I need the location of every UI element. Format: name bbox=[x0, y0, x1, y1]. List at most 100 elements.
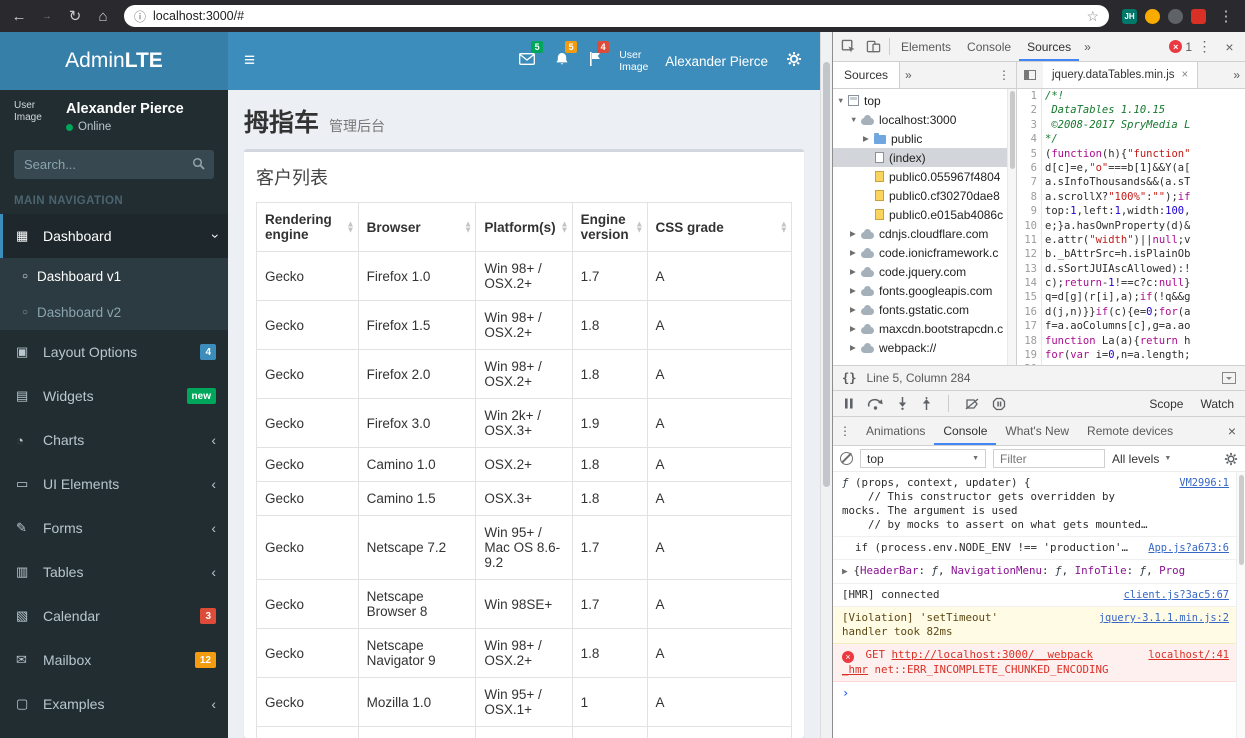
refresh-icon[interactable]: ↻ bbox=[62, 7, 88, 25]
table-row[interactable]: Gecko Firefox 1.5 Win 98+ / OSX.2+ 1.8 A bbox=[256, 300, 793, 350]
line-number[interactable]: 4 bbox=[1017, 132, 1042, 147]
line-number[interactable]: 7 bbox=[1017, 175, 1042, 190]
pause-on-exceptions-icon[interactable] bbox=[992, 397, 1006, 411]
navigator-menu-icon[interactable]: ⋮ bbox=[992, 68, 1016, 82]
file-tree-item[interactable]: ▶ fonts.gstatic.com bbox=[833, 300, 1016, 319]
pause-script-icon[interactable] bbox=[844, 398, 854, 409]
devtools-menu-icon[interactable]: ⋮ bbox=[1192, 38, 1217, 55]
line-number[interactable]: 6 bbox=[1017, 160, 1042, 176]
devtools-tab[interactable]: Console bbox=[959, 32, 1019, 61]
url-bar[interactable]: ⓘ localhost:3000/# ☆ bbox=[124, 5, 1109, 27]
more-tabs-icon[interactable]: » bbox=[1079, 40, 1096, 54]
tasks-menu[interactable]: 4 bbox=[579, 32, 611, 90]
devtools-tab[interactable]: Elements bbox=[893, 32, 959, 61]
navigator-tab-sources[interactable]: Sources bbox=[833, 62, 901, 88]
console-settings-icon[interactable] bbox=[1224, 452, 1238, 466]
extension-icon[interactable] bbox=[1168, 8, 1183, 24]
line-number[interactable]: 8 bbox=[1017, 189, 1042, 205]
line-number[interactable]: 16 bbox=[1017, 304, 1042, 320]
step-over-icon[interactable] bbox=[867, 398, 884, 410]
line-number[interactable]: 11 bbox=[1017, 232, 1042, 248]
scrollbar-thumb[interactable] bbox=[1009, 91, 1015, 169]
column-header[interactable]: CSS grade ▲ ▼ bbox=[646, 202, 793, 252]
close-tab-icon[interactable]: × bbox=[1182, 69, 1189, 81]
file-tab[interactable]: jquery.dataTables.min.js × bbox=[1043, 62, 1199, 88]
home-icon[interactable]: ⌂ bbox=[90, 8, 116, 25]
line-number[interactable]: 15 bbox=[1017, 290, 1042, 305]
table-row[interactable]: Gecko Firefox 3.0 Win 2k+ / OSX.3+ 1.9 A bbox=[256, 398, 793, 448]
tab-scope[interactable]: Scope bbox=[1149, 397, 1183, 411]
table-row[interactable]: Gecko Mozilla 1.0 Win 95+ / OSX.1+ 1 A bbox=[256, 677, 793, 727]
control-sidebar-toggle[interactable] bbox=[776, 32, 812, 90]
column-header[interactable]: Engine version ▲ ▼ bbox=[571, 202, 648, 252]
deactivate-breakpoints-icon[interactable] bbox=[965, 398, 979, 410]
line-number[interactable]: 5 bbox=[1017, 146, 1042, 161]
sidebar-item[interactable]: ✎ Forms ‹ bbox=[0, 506, 228, 550]
table-row[interactable]: Gecko Netscape 7.2 Win 95+ / Mac OS 8.6-9.… bbox=[256, 515, 793, 580]
file-tree-item[interactable]: public0.cf30270dae8 bbox=[833, 186, 1016, 205]
browser-menu-icon[interactable]: ⋮ bbox=[1213, 7, 1239, 25]
sidebar-item[interactable]: ▭ UI Elements ‹ bbox=[0, 462, 228, 506]
file-tree-item[interactable]: ▶ code.ionicframework.c bbox=[833, 243, 1016, 262]
clear-console-icon[interactable] bbox=[840, 452, 853, 465]
table-row[interactable]: Gecko Firefox 2.0 Win 98+ / OSX.2+ 1.8 A bbox=[256, 349, 793, 399]
tab-watch[interactable]: Watch bbox=[1200, 397, 1234, 411]
table-row[interactable]: Gecko Firefox 1.0 Win 98+ / OSX.2+ 1.7 A bbox=[256, 251, 793, 301]
table-row[interactable]: Gecko Camino 1.0 OSX.2+ 1.8 A bbox=[256, 447, 793, 482]
scrollbar-thumb[interactable] bbox=[1238, 475, 1244, 565]
more-navigator-tabs-icon[interactable]: » bbox=[900, 68, 917, 82]
drawer-close-icon[interactable]: × bbox=[1219, 423, 1245, 439]
sidebar-item[interactable]: ▧ Calendar 3 ‹ bbox=[0, 594, 228, 638]
drawer-tab[interactable]: Remote devices bbox=[1078, 417, 1182, 445]
error-count-badge[interactable]: × 1 bbox=[1169, 40, 1192, 54]
tree-arrow-icon[interactable]: ▶ bbox=[850, 324, 861, 333]
line-number[interactable]: 2 bbox=[1017, 103, 1042, 118]
file-tree-item[interactable]: ▶ fonts.googleapis.com bbox=[833, 281, 1016, 300]
context-selector[interactable]: top ▼ bbox=[860, 449, 986, 468]
extension-icon[interactable] bbox=[1145, 8, 1160, 24]
devtools-tab[interactable]: Sources bbox=[1019, 32, 1079, 61]
tree-scrollbar[interactable] bbox=[1007, 89, 1016, 365]
page-info-icon[interactable]: ⓘ bbox=[134, 8, 146, 25]
page-scrollbar[interactable] bbox=[820, 32, 832, 738]
bookmark-star-icon[interactable]: ☆ bbox=[1086, 8, 1099, 25]
line-number[interactable]: 14 bbox=[1017, 276, 1042, 291]
tree-arrow-icon[interactable]: ▶ bbox=[850, 267, 861, 276]
file-tree-item[interactable]: ▶ cdnjs.cloudflare.com bbox=[833, 224, 1016, 243]
console-source-link[interactable]: localhost/:41 bbox=[1148, 648, 1229, 662]
more-file-tabs-icon[interactable]: » bbox=[1228, 68, 1245, 82]
extension-icon[interactable] bbox=[1191, 8, 1206, 24]
sidebar-item[interactable]: ▥ Tables ‹ bbox=[0, 550, 228, 594]
line-number[interactable]: 9 bbox=[1017, 204, 1042, 219]
search-button[interactable] bbox=[182, 150, 214, 179]
tree-arrow-icon[interactable]: ▶ bbox=[850, 286, 861, 295]
log-level-selector[interactable]: All levels ▼ bbox=[1112, 452, 1171, 466]
sidebar-toggle-icon[interactable]: ≡ bbox=[228, 32, 271, 90]
user-menu[interactable]: User Image Alexander Pierce bbox=[611, 32, 776, 90]
file-tree-item[interactable]: public0.e015ab4086c bbox=[833, 205, 1016, 224]
tree-arrow-icon[interactable]: ▶ bbox=[863, 134, 874, 143]
toggle-navigator-icon[interactable] bbox=[1024, 70, 1036, 80]
console-source-link[interactable]: App.js?a673:6 bbox=[1148, 541, 1229, 555]
tree-arrow-icon[interactable]: ▶ bbox=[850, 343, 861, 352]
column-header[interactable]: Browser ▲ ▼ bbox=[357, 202, 477, 252]
file-tree-item[interactable]: ▼ localhost:3000 bbox=[833, 110, 1016, 129]
line-number[interactable]: 17 bbox=[1017, 319, 1042, 334]
tree-arrow-icon[interactable]: ▶ bbox=[850, 229, 861, 238]
step-into-icon[interactable] bbox=[897, 397, 908, 410]
sidebar-item[interactable]: ◔ Charts ‹ bbox=[0, 418, 228, 462]
back-icon[interactable]: ← bbox=[6, 8, 32, 25]
line-number[interactable]: 1 bbox=[1017, 89, 1042, 104]
console-scrollbar[interactable] bbox=[1236, 472, 1245, 738]
line-number[interactable]: 18 bbox=[1017, 333, 1042, 349]
file-tree-item[interactable]: (index) bbox=[833, 148, 1016, 167]
sidebar-item[interactable]: ▤ Widgets new ‹ bbox=[0, 374, 228, 418]
file-tree-item[interactable]: public0.055967f4804 bbox=[833, 167, 1016, 186]
table-row[interactable]: Gecko Netscape Browser 8 Win 98SE+ 1.7 A bbox=[256, 579, 793, 629]
drawer-menu-icon[interactable]: ⋮ bbox=[833, 424, 857, 438]
column-header[interactable]: Rendering engine ▲ ▼ bbox=[256, 202, 359, 252]
file-tree-item[interactable]: ▶ code.jquery.com bbox=[833, 262, 1016, 281]
sidebar-item[interactable]: ✉ Mailbox 12 ‹ bbox=[0, 638, 228, 682]
line-number[interactable]: 19 bbox=[1017, 348, 1042, 363]
file-tree-item[interactable]: ▶ maxcdn.bootstrapcdn.c bbox=[833, 319, 1016, 338]
